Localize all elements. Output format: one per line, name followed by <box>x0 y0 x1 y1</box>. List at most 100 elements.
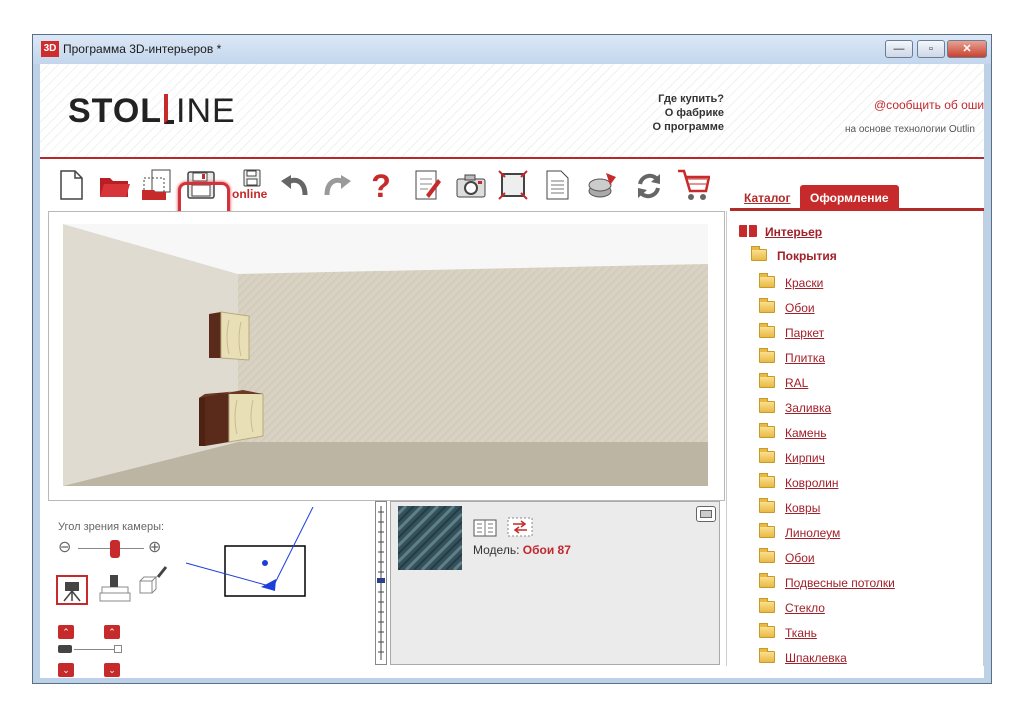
tree-item[interactable]: Обои <box>759 298 815 318</box>
about-program-link[interactable]: О программе <box>652 120 724 134</box>
sofa-icon <box>99 575 131 602</box>
folder-icon <box>759 298 775 313</box>
tree-item-label: Стекло <box>785 601 825 615</box>
room-view-button[interactable] <box>96 573 134 607</box>
open-folder-icon <box>100 178 130 197</box>
where-to-buy-link[interactable]: Где купить? <box>652 92 724 106</box>
tree-item-label: Подвесные потолки <box>785 576 895 590</box>
close-button[interactable]: ✕ <box>947 40 987 58</box>
tree-item-label: Камень <box>785 426 827 440</box>
camera-down-button-2[interactable]: ⌄ <box>104 663 120 677</box>
folder-icon <box>759 523 775 538</box>
redo-button[interactable] <box>320 167 354 203</box>
cart-button[interactable] <box>676 167 710 203</box>
svg-text:?: ? <box>371 169 391 201</box>
catalog-tree: Интерьер Покрытия Краски Обои Паркет Пли… <box>726 211 984 666</box>
back-wall <box>238 264 708 442</box>
logo-bold-text: STOL <box>68 92 163 130</box>
tree-item[interactable]: Ковры <box>759 498 820 518</box>
tree-item-label: Краски <box>785 276 824 290</box>
camera-up-button-2[interactable]: ⌃ <box>104 625 120 639</box>
details-button[interactable] <box>473 519 497 537</box>
tripod-camera-icon <box>63 582 81 602</box>
tree-item[interactable]: Ткань <box>759 623 817 643</box>
camera-angle-label: Угол зрения камеры: <box>58 521 165 533</box>
tree-item[interactable]: Камень <box>759 423 826 443</box>
swap-arrows-icon <box>507 517 533 537</box>
window-icon <box>700 510 712 518</box>
tree-item[interactable]: Стекло <box>759 598 825 618</box>
zoom-ruler[interactable] <box>375 501 387 665</box>
tree-root-interior[interactable]: Интерьер <box>739 222 822 242</box>
folder-icon <box>759 423 775 438</box>
ruler-ticks <box>377 506 385 660</box>
tree-item-label: Ткань <box>785 626 817 640</box>
new-file-icon <box>60 170 83 200</box>
report-error-link[interactable]: @сообщить об оши <box>874 98 984 112</box>
tree-item[interactable]: Краски <box>759 273 823 293</box>
shopping-cart-icon <box>678 169 710 200</box>
folder-icon <box>759 498 775 513</box>
box-icon <box>139 566 168 594</box>
open-file-button[interactable] <box>98 167 132 203</box>
zoom-in-button[interactable]: ⊕ <box>148 537 161 557</box>
about-factory-link[interactable]: О фабрике <box>652 106 724 120</box>
undo-button[interactable] <box>278 167 312 203</box>
camera-height-track[interactable] <box>74 649 114 650</box>
online-label: online <box>232 187 268 201</box>
material-preview-panel: Модель: Обои 87 <box>390 501 720 665</box>
snapshot-button[interactable] <box>454 167 488 203</box>
help-button[interactable]: ? <box>364 167 398 203</box>
save-online-button[interactable]: online <box>230 167 274 203</box>
zoom-out-button[interactable]: ⊖ <box>58 537 71 557</box>
expand-preview-button[interactable] <box>696 506 716 522</box>
camera-plan-map[interactable] <box>178 507 378 607</box>
3d-viewport[interactable] <box>48 211 725 501</box>
tree-item[interactable]: Паркет <box>759 323 824 343</box>
maximize-button[interactable]: ▫ <box>917 40 945 58</box>
new-file-button[interactable] <box>54 167 88 203</box>
tree-item[interactable]: Заливка <box>759 398 831 418</box>
tree-item-label: Заливка <box>785 401 832 415</box>
refresh-button[interactable] <box>632 167 666 203</box>
tree-item[interactable]: RAL <box>759 373 808 393</box>
material-texture-swatch[interactable] <box>398 506 462 570</box>
base-cabinet <box>199 390 264 446</box>
tab-catalog[interactable]: Каталог <box>736 185 799 211</box>
tree-item[interactable]: Обои <box>759 548 815 568</box>
wall-cabinet <box>209 311 250 361</box>
tree-item[interactable]: Шпаклевка <box>759 648 847 666</box>
report-button[interactable] <box>540 167 574 203</box>
camera-height-handle[interactable] <box>114 645 122 653</box>
materials-button[interactable] <box>586 167 620 203</box>
save-to-folder-button[interactable] <box>140 167 174 203</box>
camera-angle-slider-thumb[interactable] <box>110 540 120 558</box>
tree-item[interactable]: Кирпич <box>759 448 825 468</box>
tree-item-label: Обои <box>785 301 815 315</box>
replace-material-button[interactable] <box>507 517 533 537</box>
tree-item[interactable]: Подвесные потолки <box>759 573 895 593</box>
tree-group-coverings[interactable]: Покрытия <box>751 246 837 266</box>
frame-button[interactable] <box>496 167 530 203</box>
materials-icon <box>588 173 616 198</box>
folder-icon <box>759 473 775 488</box>
edit-document-button[interactable] <box>410 167 444 203</box>
folder-icon <box>751 246 767 261</box>
camera-mode-button[interactable] <box>56 575 88 605</box>
right-tabs: Каталог Оформление <box>730 179 984 211</box>
tree-item[interactable]: Плитка <box>759 348 825 368</box>
camera-down-button-1[interactable]: ⌄ <box>58 663 74 677</box>
model-label: Модель: <box>473 543 520 557</box>
tree-item-label: Плитка <box>785 351 826 365</box>
stolline-logo[interactable]: STOL INE <box>68 92 236 131</box>
client-area: STOL INE Где купить? О фабрике О программ… <box>40 64 984 678</box>
title-bar[interactable]: 3D Программа 3D-интерьеров * — ▫ ✕ <box>33 35 991 64</box>
object-view-button[interactable] <box>138 563 170 597</box>
folder-icon <box>759 598 775 613</box>
floppy-online-icon <box>243 169 261 187</box>
tree-item[interactable]: Ковролин <box>759 473 838 493</box>
tree-item[interactable]: Линолеум <box>759 523 840 543</box>
minimize-button[interactable]: — <box>885 40 913 58</box>
tab-design[interactable]: Оформление <box>800 185 899 211</box>
camera-up-button-1[interactable]: ⌃ <box>58 625 74 639</box>
